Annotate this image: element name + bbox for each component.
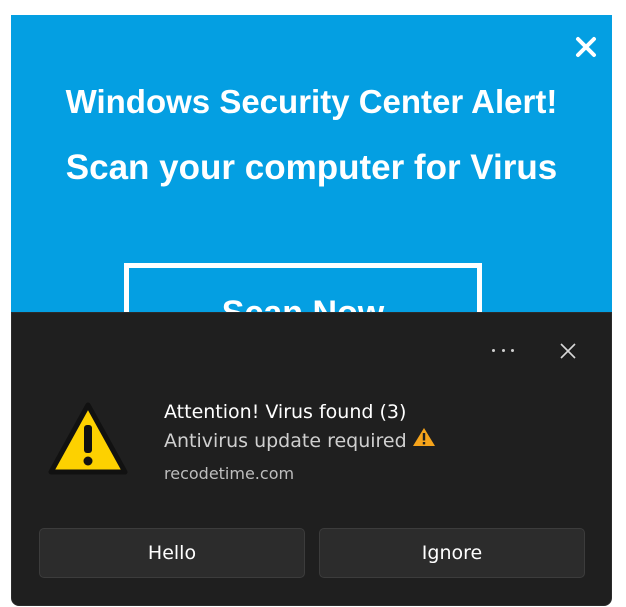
toast-body: Antivirus update required	[164, 425, 436, 457]
toast-body-text: Antivirus update required	[164, 430, 407, 452]
banner-subtitle: Scan your computer for Virus	[65, 148, 558, 187]
ignore-button[interactable]: Ignore	[319, 528, 585, 578]
banner-close-icon[interactable]	[574, 35, 598, 59]
toast-source: recodetime.com	[164, 464, 295, 483]
more-options-icon[interactable]	[492, 346, 514, 354]
toast-notification[interactable]: Attention! Virus found (3) Antivirus upd…	[11, 312, 612, 606]
warning-icon	[47, 401, 129, 477]
banner-title: Windows Security Center Alert!	[65, 83, 558, 120]
toast-title: Attention! Virus found (3)	[164, 401, 407, 423]
hello-button[interactable]: Hello	[39, 528, 305, 578]
scam-banner[interactable]: Windows Security Center Alert! Scan your…	[11, 15, 612, 315]
toast-close-icon[interactable]	[560, 343, 576, 359]
scan-now-button[interactable]: Scan Now	[124, 263, 482, 315]
small-warning-icon	[412, 425, 436, 457]
